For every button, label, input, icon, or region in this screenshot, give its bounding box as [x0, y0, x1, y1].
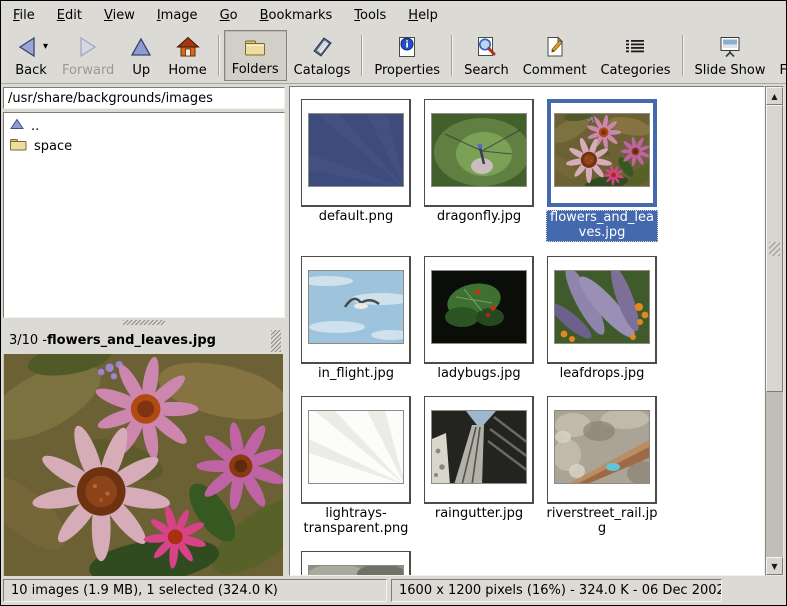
catalogs-button[interactable]: Catalogs	[287, 30, 358, 81]
up-icon	[10, 118, 24, 134]
menu-help[interactable]: Help	[400, 5, 446, 26]
thumbnail-item-selected[interactable]: flowers_and_leaves.jpg	[546, 99, 658, 242]
up-button[interactable]: Up	[121, 30, 161, 81]
back-button[interactable]: ▾ Back	[7, 30, 55, 81]
app-window: File Edit View Image Go Bookmarks Tools …	[0, 0, 787, 606]
toolbar: ▾ Back Forward Up Home	[1, 29, 786, 84]
thumbnail-item[interactable]: in_flight.jpg	[300, 256, 412, 382]
browser-status: 3/10 - flowers_and_leaves.jpg	[3, 327, 285, 354]
thumbnail-grid: default.png dragonfly.jpg	[290, 87, 764, 576]
scroll-up-icon: ▲	[771, 92, 777, 101]
scroll-down-button[interactable]: ▼	[766, 557, 783, 575]
slideshow-button[interactable]: Slide Show	[688, 30, 773, 81]
forward-button[interactable]: Forward	[55, 30, 121, 81]
toolbar-separator	[451, 35, 453, 76]
statusbar-file-counts: 10 images (1.9 MB), 1 selected (324.0 K)	[3, 579, 387, 602]
scroll-down-icon: ▼	[771, 562, 777, 571]
folder-icon	[10, 138, 27, 155]
pane-splitter[interactable]	[3, 318, 285, 327]
up-icon	[128, 34, 154, 60]
properties-icon	[394, 34, 420, 60]
location-entry[interactable]	[3, 87, 285, 109]
thumbnail-browser: default.png dragonfly.jpg	[289, 86, 784, 576]
folder-list: .. space	[3, 112, 285, 318]
statusbar-image-info: 1600 x 1200 pixels (16%) - 324.0 K - 06 …	[391, 579, 722, 602]
scrollbar-trough[interactable]	[766, 392, 783, 557]
back-icon	[14, 34, 40, 60]
thumbnail-item[interactable]: leafdrops.jpg	[546, 256, 658, 382]
toolbar-separator	[218, 35, 220, 76]
menu-edit[interactable]: Edit	[49, 5, 90, 26]
thumbnail-item[interactable]: lightrays-transparent.png	[300, 396, 412, 537]
pane-resize-grip[interactable]	[271, 330, 281, 352]
search-button[interactable]: Search	[457, 30, 516, 81]
thumbnail-item[interactable]: default.png	[300, 99, 412, 242]
search-icon	[473, 34, 499, 60]
scroll-up-button[interactable]: ▲	[766, 87, 783, 105]
statusbar-spacer	[726, 579, 784, 602]
categories-button[interactable]: Categories	[593, 30, 677, 81]
menu-file[interactable]: File	[5, 5, 43, 26]
main-content: .. space 3/10 - flowers_and_leaves.jpg	[1, 84, 786, 576]
folder-item-up[interactable]: ..	[6, 116, 282, 136]
thumbnail-item[interactable]: raingutter.jpg	[423, 396, 535, 537]
thumbnail-item[interactable]: riverstreet_rail.jpg	[546, 396, 658, 537]
menu-image[interactable]: Image	[149, 5, 206, 26]
properties-button[interactable]: Properties	[367, 30, 447, 81]
folder-item-space[interactable]: space	[6, 136, 282, 157]
statusbar: 10 images (1.9 MB), 1 selected (324.0 K)…	[1, 576, 786, 605]
menu-tools[interactable]: Tools	[346, 5, 394, 26]
categories-icon	[622, 34, 648, 60]
folders-icon	[242, 34, 268, 60]
image-preview	[3, 354, 285, 576]
comment-button[interactable]: Comment	[516, 30, 594, 81]
slideshow-icon	[717, 34, 743, 60]
home-icon	[175, 34, 201, 60]
vertical-scrollbar[interactable]: ▲ ▼	[765, 86, 784, 576]
thumbnail-item[interactable]: ladybugs.jpg	[423, 256, 535, 382]
splitter-grip	[123, 320, 165, 325]
toolbar-separator	[682, 35, 684, 76]
fullscreen-button[interactable]: Full Screen	[772, 30, 787, 81]
thumbnail-item-partial[interactable]	[300, 551, 412, 576]
catalogs-icon	[309, 34, 335, 60]
sidebar: .. space 3/10 - flowers_and_leaves.jpg	[3, 86, 285, 576]
menu-view[interactable]: View	[96, 5, 143, 26]
home-button[interactable]: Home	[161, 30, 213, 81]
toolbar-separator	[361, 35, 363, 76]
menubar: File Edit View Image Go Bookmarks Tools …	[1, 1, 786, 29]
back-history-dropdown-icon[interactable]: ▾	[43, 42, 48, 52]
comment-icon	[542, 34, 568, 60]
folders-button[interactable]: Folders	[224, 30, 287, 81]
thumbnail-item[interactable]: dragonfly.jpg	[423, 99, 535, 242]
scrollbar-grip	[769, 242, 780, 256]
forward-icon	[75, 34, 101, 60]
menu-go[interactable]: Go	[212, 5, 246, 26]
scrollbar-thumb[interactable]	[766, 105, 783, 392]
thumbnail-pane: default.png dragonfly.jpg	[289, 86, 765, 576]
menu-bookmarks[interactable]: Bookmarks	[252, 5, 341, 26]
